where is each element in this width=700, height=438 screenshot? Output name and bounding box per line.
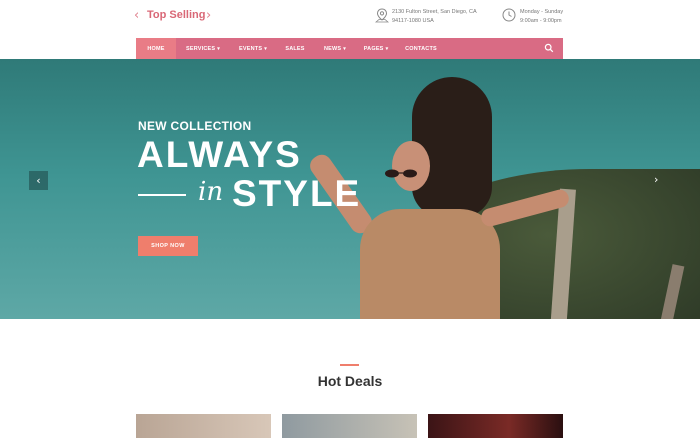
deal-card[interactable] [428,414,563,438]
clock-icon [502,8,516,22]
nav-item-contacts[interactable]: CONTACTS [396,38,446,59]
deal-card[interactable] [282,414,417,438]
chevron-down-icon: ▾ [385,45,389,52]
nav-item-home[interactable]: HOME [136,38,176,59]
shop-now-button[interactable]: SHOP NOW [138,236,198,256]
main-nav: HOME SERVICES ▾ EVENTS ▾ SALES NEWS ▾ PAGES… [136,38,563,59]
nav-item-pages[interactable]: PAGES ▾ [356,38,396,59]
nav-item-label: SALES [285,45,305,52]
nav-item-label: CONTACTS [405,45,437,52]
nav-item-news[interactable]: NEWS ▾ [314,38,356,59]
chevron-down-icon: ▾ [343,45,347,52]
nav-item-label: NEWS [323,45,342,52]
selector-prev-icon[interactable]: ‹ [134,8,139,23]
hero-title-line1: ALWAYS [137,134,302,175]
chevron-down-icon: ▾ [217,45,221,52]
hero-subtitle: NEW COLLECTION [138,119,252,133]
nav-item-label: PAGES [363,45,384,52]
nav-item-services[interactable]: SERVICES ▾ [176,38,230,59]
slider-prev-button[interactable]: ‹ [29,171,48,190]
slider-next-button[interactable]: › [654,173,658,186]
hero-model-sunglasses [385,169,417,178]
page: ‹ Top Selling › 2130 Fulton Street, San … [0,0,700,438]
address-text: 2130 Fulton Street, San Diego, CA 94117-… [392,9,477,24]
hero-model-face [392,141,430,191]
selector-next-icon[interactable]: › [206,8,211,23]
section-accent-line [340,364,359,366]
hero-title-in: in [198,177,224,207]
section-title: Hot Deals [317,373,383,389]
nav-item-label: SERVICES [185,45,216,52]
nav-item-label: EVENTS [239,45,263,52]
nav-item-label: HOME [147,45,165,52]
search-icon[interactable] [544,43,554,53]
top-selling-label[interactable]: Top Selling [147,9,205,21]
nav-item-events[interactable]: EVENTS ▾ [230,38,276,59]
hero-title-line2: STYLE [232,173,362,214]
deal-card[interactable] [136,414,271,438]
chevron-down-icon: ▾ [264,45,267,52]
nav-item-sales[interactable]: SALES [276,38,314,59]
hours-text: Monday - Sunday 9:00am - 9:00pm [520,9,564,24]
top-bar: ‹ Top Selling › 2130 Fulton Street, San … [0,0,700,36]
hero-divider [138,194,186,196]
hero-model-top [360,209,500,319]
map-pin-icon [375,8,389,23]
